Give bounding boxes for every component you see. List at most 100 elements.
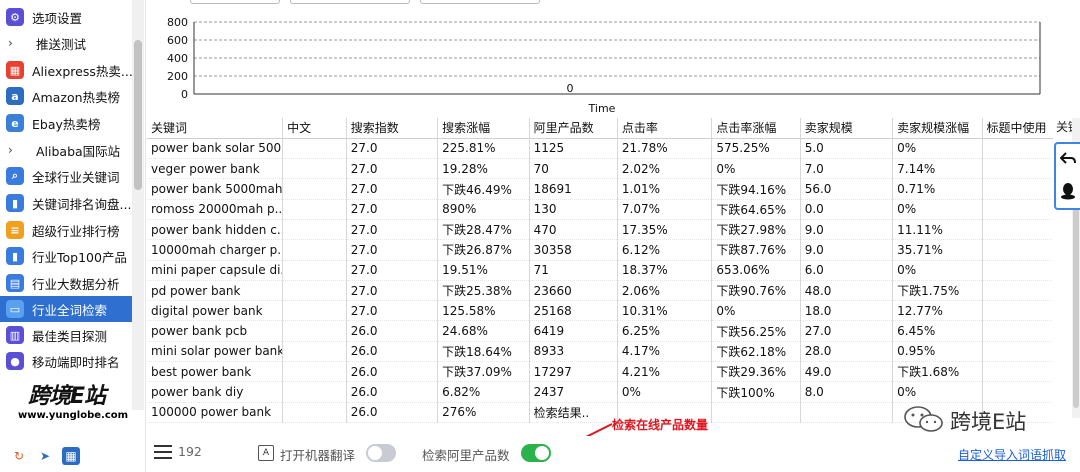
- y-tick-label: 0: [181, 88, 188, 101]
- share-icon[interactable]: ▦: [62, 447, 80, 465]
- table-cell: 0.0: [800, 199, 894, 220]
- table-cell: 225.81%: [437, 138, 530, 160]
- column-header[interactable]: 搜索涨幅: [437, 118, 530, 139]
- table-cell: 27.0: [346, 199, 439, 220]
- column-header[interactable]: 阿里产品数: [529, 118, 618, 139]
- top-tab-2[interactable]: [290, 0, 410, 4]
- table-cell: 2.02%: [617, 158, 713, 180]
- back-icon[interactable]: [1060, 152, 1076, 166]
- sidebar-item[interactable]: ▤ 行业大数据分析: [0, 270, 132, 296]
- annotation-text: 检索在线产品数量: [612, 418, 709, 432]
- table-cell: 下跌37.09%: [437, 361, 530, 383]
- table-cell: [282, 341, 347, 363]
- sidebar-item[interactable]: ▥ 最佳类目探测: [0, 322, 132, 348]
- table-cell: 9.0: [800, 219, 894, 241]
- sidebar-item[interactable]: ▮ 行业Top100产品: [0, 243, 132, 269]
- table-cell: [282, 402, 347, 423]
- sidebar-item[interactable]: e Ebay热卖榜: [0, 110, 132, 136]
- table-cell: 18.37%: [617, 260, 713, 281]
- column-header[interactable]: 卖家规模涨幅: [892, 118, 983, 139]
- table-row[interactable]: power bank solar 500... 27.0 225.81% 1125 21…: [147, 138, 1053, 160]
- chart-icon: ▮: [6, 194, 24, 212]
- column-header[interactable]: 关键词: [147, 118, 284, 139]
- sidebar-item[interactable]: › 推送测试: [0, 30, 132, 56]
- sidebar-item-label: Alibaba国际站: [36, 143, 121, 159]
- top-tab-1[interactable]: [190, 0, 280, 4]
- table-cell: 下跌56.25%: [711, 320, 801, 342]
- sidebar-item[interactable]: ≡ 超级行业排行榜: [0, 217, 132, 243]
- table-cell: 7.14%: [892, 158, 983, 180]
- table-row[interactable]: mini solar power bank 26.0 下跌18.64% 8933 4.1…: [147, 341, 1053, 363]
- table-cell: 下跌87.76%: [711, 239, 801, 261]
- sidebar-item-label: 超级行业排行榜: [32, 223, 120, 239]
- table-cell: 30358: [529, 239, 618, 261]
- ali-count-toggle[interactable]: [521, 444, 551, 462]
- table-row[interactable]: power bank hidden c... 27.0 下跌28.47% 470 17.…: [147, 219, 1053, 241]
- table-row[interactable]: best power bank 26.0 下跌37.09% 17297 4.21% 下跌2…: [147, 361, 1053, 383]
- table-cell: [982, 320, 1053, 342]
- shop-icon: ▦: [6, 61, 24, 79]
- table-cell: [982, 341, 1053, 363]
- table-cell: [282, 178, 347, 200]
- table-cell: 7.07%: [617, 199, 713, 220]
- table-row[interactable]: romoss 20000mah p... 27.0 890% 130 7.07% 下跌64…: [147, 199, 1053, 220]
- table-cell: 12.77%: [892, 300, 983, 322]
- table-row[interactable]: veger power bank 27.0 19.28% 70 2.02% 0% 7.0 7.…: [147, 158, 1053, 180]
- top-tab-3[interactable]: [420, 0, 540, 4]
- table-row[interactable]: power bank pcb 26.0 24.68% 6419 6.25% 下跌56.25…: [147, 320, 1053, 342]
- table-row[interactable]: pd power bank 27.0 下跌25.38% 23660 2.06% 下跌90.…: [147, 280, 1053, 302]
- ebay-icon: e: [6, 114, 24, 132]
- sidebar: ⚙ 选项设置 › 推送测试 ▦ Aliexpress热卖... a Amazon热卖榜 e Eba…: [0, 0, 146, 472]
- sidebar-item[interactable]: ▦ Aliexpress热卖...: [0, 57, 132, 83]
- sidebar-bottom-icons: ↻ ➤ ▦: [0, 440, 146, 472]
- table-cell: 6.0: [800, 260, 894, 281]
- target-icon: ▥: [6, 326, 24, 344]
- table-cell: 56.0: [800, 178, 894, 200]
- top-controls: [190, 0, 550, 4]
- table-row[interactable]: 10000mah charger p... 27.0 下跌26.87% 30358 6.…: [147, 239, 1053, 261]
- table-cell: mini paper capsule di...: [147, 260, 284, 281]
- table-cell: 575.25%: [711, 138, 801, 160]
- table-row[interactable]: power bank 5000mah 27.0 下跌46.49% 18691 1.01%…: [147, 178, 1053, 200]
- column-header[interactable]: 中文: [282, 118, 347, 139]
- table-cell: [982, 239, 1053, 261]
- column-header[interactable]: 搜索指数: [346, 118, 439, 139]
- table-row[interactable]: digital power bank 27.0 125.58% 25168 10.31%…: [147, 300, 1053, 322]
- table-cell: 18.0: [800, 300, 894, 322]
- menu-icon[interactable]: [154, 445, 172, 459]
- sidebar-item[interactable]: › Alibaba国际站: [0, 137, 132, 163]
- refresh-icon[interactable]: ↻: [10, 447, 28, 465]
- column-header[interactable]: 点击率涨幅: [711, 118, 801, 139]
- sidebar-scrollbar[interactable]: [132, 0, 144, 410]
- table-row[interactable]: power bank diy 26.0 6.82% 2437 0% 下跌100% 8.0 0%: [147, 381, 1053, 403]
- search-icon: ⌕: [6, 167, 24, 185]
- chevron-right-icon: ›: [8, 143, 13, 157]
- translate-toggle[interactable]: [366, 444, 396, 462]
- column-header[interactable]: 点击率: [617, 118, 713, 139]
- sidebar-item[interactable]: ▮ 关键词排名询盘...: [0, 190, 132, 216]
- table-cell: 130: [529, 199, 618, 220]
- custom-import-link[interactable]: 自定义导入词语抓取: [958, 446, 1066, 463]
- table-cell: 0%: [617, 381, 713, 403]
- table-cell: [282, 300, 347, 322]
- table-cell: [282, 320, 347, 342]
- column-header[interactable]: 卖家规模: [800, 118, 894, 139]
- table-cell: [982, 300, 1053, 322]
- sidebar-item[interactable]: ● 移动端即时排名: [0, 348, 132, 374]
- sidebar-item[interactable]: a Amazon热卖榜: [0, 83, 132, 109]
- column-header[interactable]: 标题中使用: [982, 118, 1053, 139]
- table-row[interactable]: mini paper capsule di... 27.0 19.51% 71 18.3…: [147, 260, 1053, 281]
- table-cell: 27.0: [346, 138, 439, 160]
- table-cell: 276%: [437, 402, 530, 423]
- sidebar-item[interactable]: ⚙ 选项设置: [0, 4, 132, 30]
- translate-label: 打开机器翻译: [280, 448, 356, 463]
- table-cell: 4.17%: [617, 341, 713, 363]
- sidebar-item[interactable]: ⌕ 全球行业关键词: [0, 163, 132, 189]
- qq-icon[interactable]: [1060, 182, 1076, 200]
- table-cell: [982, 178, 1053, 200]
- sidebar-item[interactable]: ▭ 行业全词检索: [0, 296, 132, 322]
- wechat-icon: [904, 406, 943, 432]
- table-cell: 26.0: [346, 402, 439, 423]
- send-icon[interactable]: ➤: [36, 447, 54, 465]
- table-cell: 27.0: [346, 178, 439, 200]
